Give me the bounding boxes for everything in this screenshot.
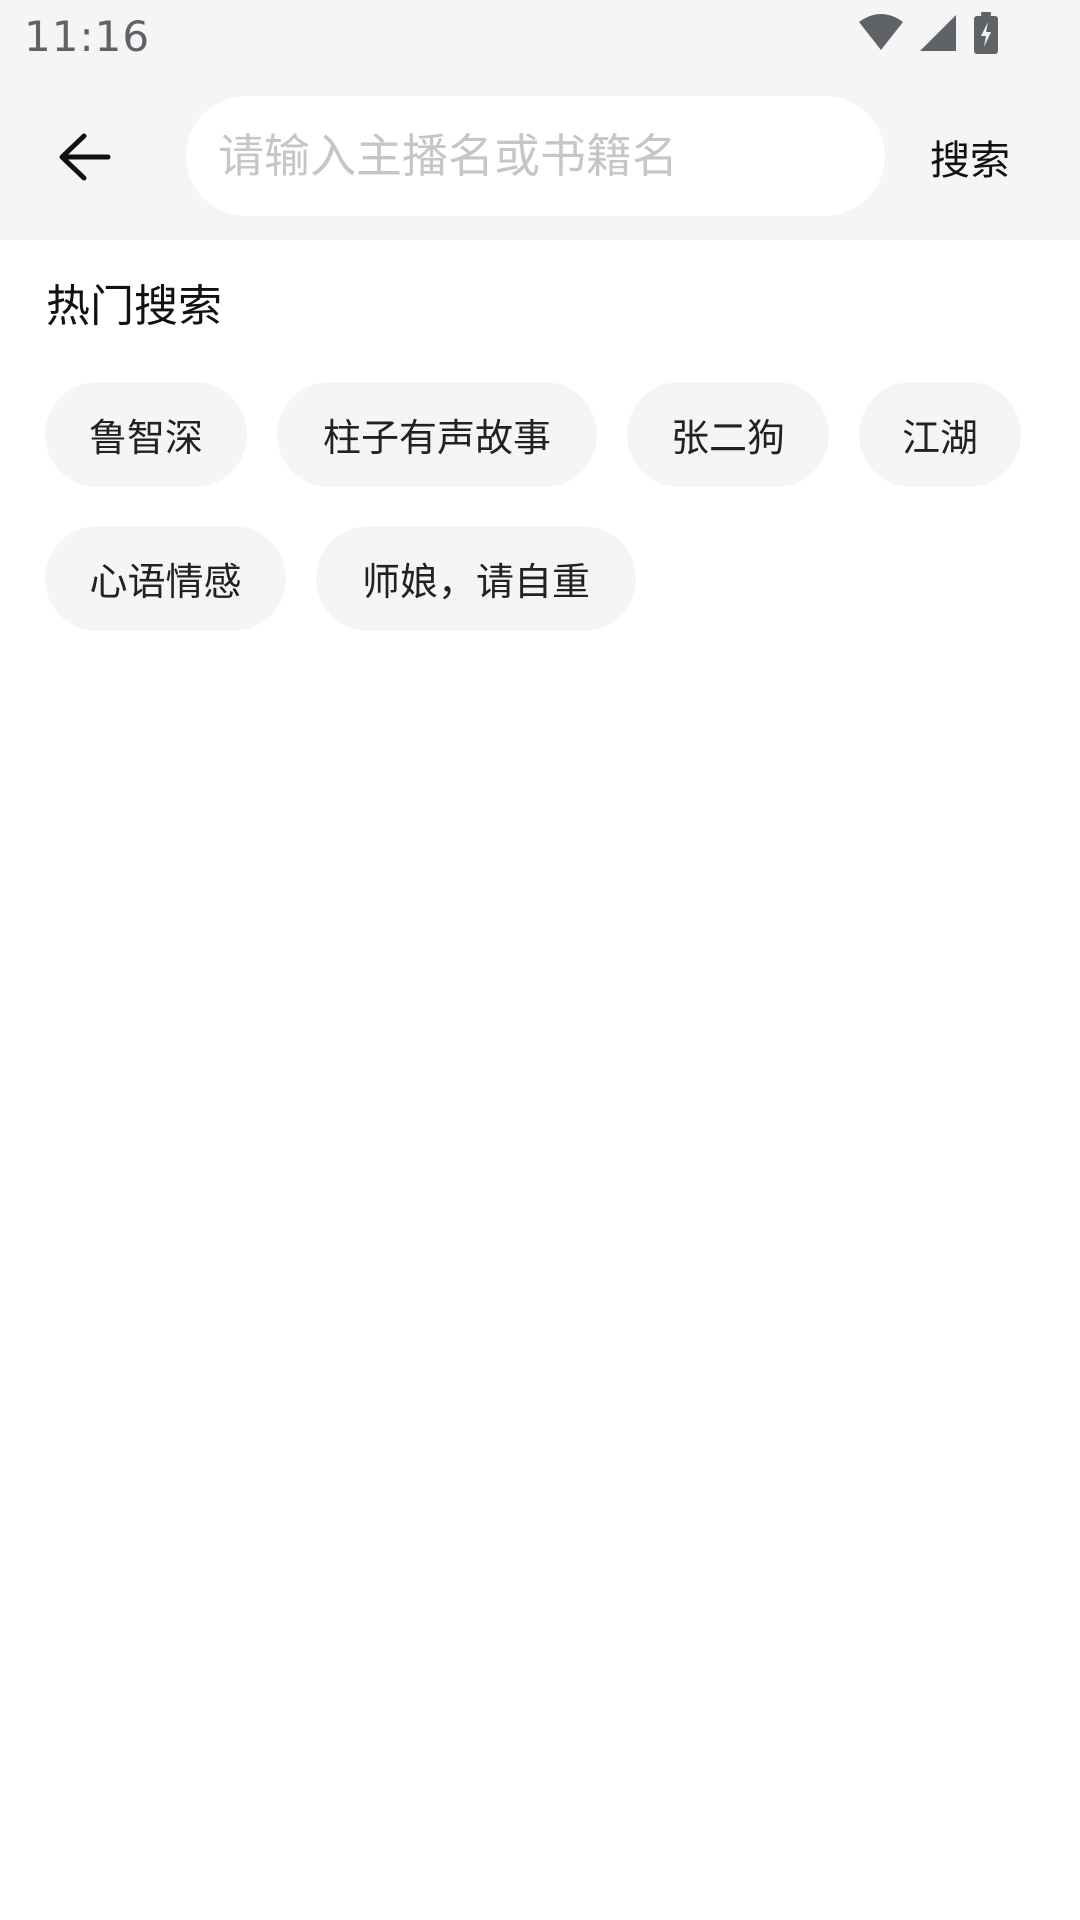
wifi-icon (858, 14, 904, 56)
battery-charging-icon (972, 12, 1000, 58)
hot-search-row-2: 心语情感 师娘，请自重 (45, 526, 636, 631)
hot-search-tag[interactable]: 柱子有声故事 (277, 382, 597, 487)
search-input[interactable] (218, 96, 858, 216)
status-icons (858, 12, 1000, 58)
search-button[interactable]: 搜索 (930, 128, 1010, 186)
hot-search-tag[interactable]: 张二狗 (627, 382, 829, 487)
status-time: 11:16 (24, 12, 151, 61)
hot-search-tag[interactable]: 鲁智深 (45, 382, 247, 487)
hot-search-tag[interactable]: 心语情感 (45, 526, 286, 631)
status-bar: 11:16 (0, 0, 1080, 76)
back-button[interactable] (40, 114, 130, 204)
search-screen: 11:16 请输入主播名或书籍名 搜索 热门搜索 鲁智深 柱子有声故事 张二狗 … (0, 0, 1080, 1920)
search-box[interactable] (186, 96, 885, 216)
search-header: 搜索 (0, 76, 1080, 240)
hot-search-row-1: 鲁智深 柱子有声故事 张二狗 江湖 (45, 382, 1021, 487)
hot-search-tag[interactable]: 师娘，请自重 (316, 526, 636, 631)
signal-icon (918, 13, 958, 57)
hot-search-tag[interactable]: 江湖 (859, 382, 1021, 487)
hot-search-title: 热门搜索 (46, 281, 222, 332)
arrow-left-icon (58, 133, 112, 185)
